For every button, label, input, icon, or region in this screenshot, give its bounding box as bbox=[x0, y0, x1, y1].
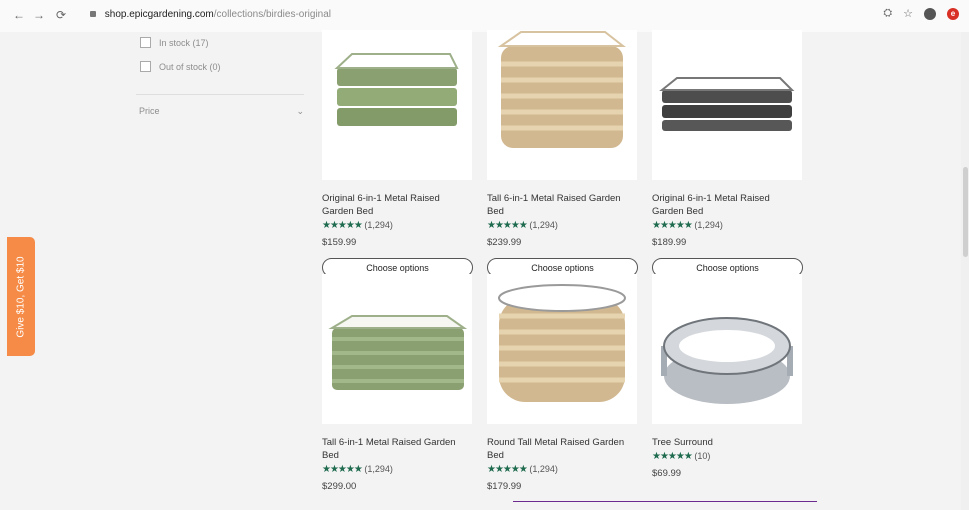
rating-stars-icon: ★★★★★ bbox=[322, 220, 363, 231]
product-card[interactable]: Original 6-in-1 Metal Raised Garden Bed … bbox=[322, 30, 475, 277]
review-count: (1,294) bbox=[364, 464, 393, 474]
product-image[interactable] bbox=[487, 274, 637, 424]
garden-bed-image-icon bbox=[328, 315, 468, 390]
review-count: (1,294) bbox=[694, 220, 723, 230]
back-arrow-icon[interactable]: ← bbox=[12, 8, 26, 22]
product-image[interactable] bbox=[487, 30, 637, 180]
review-count: (1,294) bbox=[529, 220, 558, 230]
extension-icon[interactable]: e bbox=[947, 7, 959, 20]
product-title[interactable]: Tall 6-in-1 Metal Raised Garden Bed bbox=[322, 436, 472, 462]
scrollbar-thumb[interactable] bbox=[963, 167, 968, 257]
toolbar-actions: ⛭ ☆ e bbox=[883, 7, 959, 20]
product-rating: ★★★★★ (10) bbox=[652, 451, 805, 462]
chevron-down-icon: ⌄ bbox=[296, 106, 304, 116]
garden-bed-image-icon bbox=[659, 77, 795, 131]
product-rating: ★★★★★ (1,294) bbox=[487, 220, 640, 231]
product-title[interactable]: Tree Surround bbox=[652, 436, 802, 449]
rating-stars-icon: ★★★★★ bbox=[652, 451, 693, 462]
page-scrollbar[interactable] bbox=[961, 32, 969, 510]
collection-page: In stock (17) Out of stock (0) Price ⌄ G… bbox=[0, 30, 969, 510]
price-filter-toggle[interactable]: Price ⌄ bbox=[139, 106, 304, 116]
lock-icon bbox=[90, 11, 96, 18]
product-price: $159.99 bbox=[322, 237, 357, 248]
referral-tab-text: Give $10, Get $10 bbox=[15, 255, 27, 338]
product-title[interactable]: Original 6-in-1 Metal Raised Garden Bed bbox=[322, 192, 472, 218]
product-image[interactable] bbox=[322, 274, 472, 424]
product-image[interactable] bbox=[322, 30, 472, 180]
review-count: (1,294) bbox=[529, 464, 558, 474]
referral-tab[interactable]: Give $10, Get $10 bbox=[7, 237, 35, 356]
filter-out-of-stock[interactable]: Out of stock (0) bbox=[140, 61, 221, 72]
tree-surround-image-icon bbox=[661, 317, 793, 404]
rating-stars-icon: ★★★★★ bbox=[487, 220, 528, 231]
review-count: (1,294) bbox=[364, 220, 393, 230]
garden-bed-image-icon bbox=[497, 31, 626, 148]
profile-avatar-icon[interactable] bbox=[924, 7, 936, 20]
url-path: /collections/birdies-original bbox=[213, 9, 332, 20]
rating-stars-icon: ★★★★★ bbox=[487, 464, 528, 475]
product-price: $239.99 bbox=[487, 237, 522, 248]
product-rating: ★★★★★ (1,294) bbox=[322, 220, 475, 231]
filter-divider bbox=[136, 94, 304, 95]
product-card[interactable]: Tree Surround ★★★★★ (10) $69.99 bbox=[652, 274, 805, 479]
product-card[interactable]: Round Tall Metal Raised Garden Bed ★★★★★… bbox=[487, 274, 640, 492]
out-of-stock-label: Out of stock (0) bbox=[159, 61, 221, 72]
product-rating: ★★★★★ (1,294) bbox=[652, 220, 805, 231]
product-title[interactable]: Original 6-in-1 Metal Raised Garden Bed bbox=[652, 192, 802, 218]
garden-bed-image-icon bbox=[334, 53, 459, 126]
product-price: $69.99 bbox=[652, 468, 682, 479]
rating-stars-icon: ★★★★★ bbox=[652, 220, 693, 231]
out-of-stock-checkbox[interactable] bbox=[140, 61, 151, 72]
forward-arrow-icon[interactable]: → bbox=[32, 8, 46, 22]
browser-toolbar: ← → ⟳ shop.epicgardening.com/collections… bbox=[0, 0, 969, 33]
in-stock-checkbox[interactable] bbox=[140, 37, 151, 48]
bookmark-star-icon[interactable]: ☆ bbox=[903, 7, 913, 20]
product-card[interactable]: Original 6-in-1 Metal Raised Garden Bed … bbox=[652, 30, 805, 277]
product-image[interactable] bbox=[652, 274, 802, 424]
url-domain: shop.epicgardening.com bbox=[104, 9, 214, 20]
product-price: $179.99 bbox=[487, 481, 522, 492]
product-rating: ★★★★★ (1,294) bbox=[487, 464, 640, 475]
product-price: $189.99 bbox=[652, 237, 687, 248]
translate-icon[interactable]: ⛭ bbox=[883, 7, 892, 20]
price-filter-label: Price bbox=[139, 106, 160, 116]
rating-stars-icon: ★★★★★ bbox=[322, 464, 363, 475]
filter-in-stock[interactable]: In stock (17) bbox=[140, 37, 209, 48]
product-image[interactable] bbox=[652, 30, 802, 180]
in-stock-label: In stock (17) bbox=[159, 37, 209, 48]
round-garden-bed-image-icon bbox=[498, 284, 626, 402]
reload-icon[interactable]: ⟳ bbox=[54, 8, 68, 22]
product-price: $299.00 bbox=[322, 481, 357, 492]
review-count: (10) bbox=[694, 451, 711, 461]
product-card[interactable]: Tall 6-in-1 Metal Raised Garden Bed ★★★★… bbox=[322, 274, 475, 492]
address-bar[interactable]: shop.epicgardening.com/collections/birdi… bbox=[90, 9, 870, 25]
product-rating: ★★★★★ (1,294) bbox=[322, 464, 475, 475]
product-title[interactable]: Round Tall Metal Raised Garden Bed bbox=[487, 436, 637, 462]
product-title[interactable]: Tall 6-in-1 Metal Raised Garden Bed bbox=[487, 192, 637, 218]
product-card[interactable]: Tall 6-in-1 Metal Raised Garden Bed ★★★★… bbox=[487, 30, 640, 277]
footer-strip bbox=[0, 502, 969, 510]
